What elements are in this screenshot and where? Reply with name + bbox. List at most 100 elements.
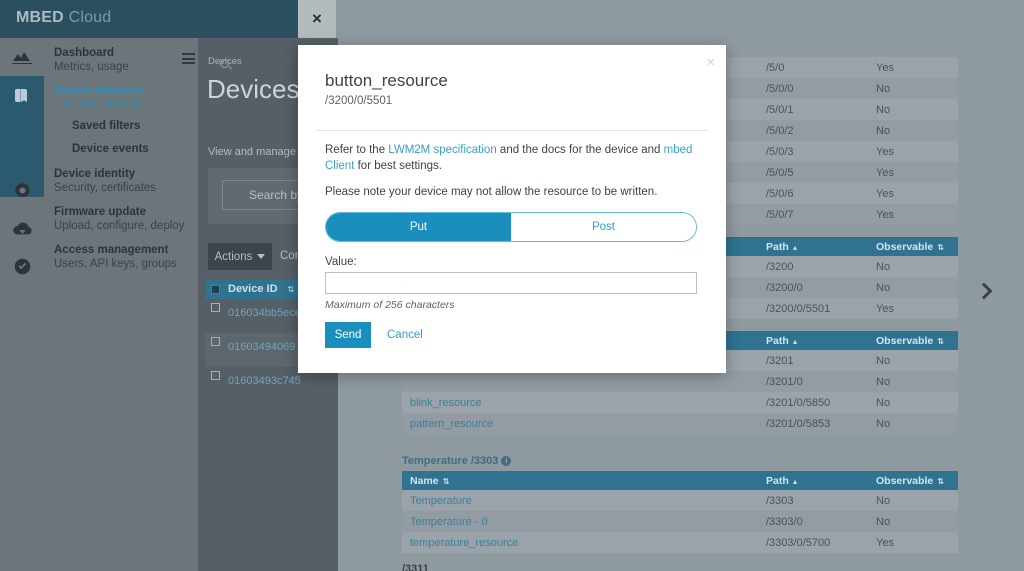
sidebar-item-subtitle: Security, certificates bbox=[54, 182, 157, 194]
sidebar-item-subtitle: Metrics, usage bbox=[54, 61, 129, 73]
cancel-button[interactable]: Cancel bbox=[387, 329, 423, 341]
table-row[interactable]: blink_resource/3201/0/5850 No bbox=[402, 392, 958, 413]
sidebar-item-firmware-update[interactable]: Firmware update Upload, configure, deplo… bbox=[44, 201, 198, 237]
resource-path-cell: /3303/0/5700 bbox=[758, 532, 868, 553]
sidebar-item-title: Device directory bbox=[54, 85, 144, 97]
resource-group-title[interactable]: Temperature /3303 i bbox=[402, 455, 958, 467]
column-header-path[interactable]: Path ▴ bbox=[758, 471, 868, 490]
row-checkbox[interactable] bbox=[211, 371, 220, 380]
resource-path-cell: /5/0/1 bbox=[758, 99, 868, 120]
resource-name-link[interactable]: Temperature - 0 bbox=[410, 516, 488, 528]
resource-name-cell: Temperature bbox=[402, 490, 758, 511]
resource-name-cell: blink_resource bbox=[402, 392, 758, 413]
help-text-before: Refer to the bbox=[325, 144, 389, 156]
lwm2m-specification-link[interactable]: LWM2M specification bbox=[388, 144, 496, 156]
sidebar-icon-column bbox=[0, 38, 44, 571]
info-icon[interactable]: i bbox=[501, 456, 512, 466]
modal-close-icon[interactable]: × bbox=[706, 55, 715, 70]
resource-path-cell: /3200/0 bbox=[758, 277, 868, 298]
resource-group-title-label: Temperature /3303 bbox=[402, 455, 499, 467]
table-row[interactable]: Temperature/3303 No bbox=[402, 490, 958, 511]
resource-observable-cell: No bbox=[868, 99, 958, 120]
resource-observable-cell: No bbox=[868, 371, 958, 392]
column-header-observable[interactable]: Observable ⇅ bbox=[868, 331, 958, 350]
sidebar-item-subtitle: Upload, configure, deploy bbox=[54, 220, 185, 232]
select-all-checkbox[interactable] bbox=[211, 284, 220, 294]
close-overlay-button[interactable]: × bbox=[298, 0, 336, 38]
cloud-upload-icon[interactable] bbox=[0, 209, 44, 247]
row-checkbox[interactable] bbox=[211, 337, 220, 346]
resource-path-cell: /5/0/7 bbox=[758, 204, 868, 225]
table-row[interactable]: pattern_resource/3201/0/5853 No bbox=[402, 413, 958, 434]
device-id[interactable]: 01603494069 0 bbox=[228, 341, 304, 353]
device-id[interactable]: 01603493c745 bbox=[228, 375, 301, 387]
column-header-label: Observable bbox=[876, 334, 934, 347]
resource-observable-cell: Yes bbox=[868, 57, 958, 78]
column-header-observable[interactable]: Observable ⇅ bbox=[868, 471, 958, 490]
resource-name-link[interactable]: Temperature bbox=[410, 495, 472, 507]
resource-write-modal: × button_resource /3200/0/5501 Refer to … bbox=[298, 45, 726, 373]
resource-name-link[interactable]: temperature_resource bbox=[410, 537, 518, 549]
value-field-label: Value: bbox=[325, 255, 357, 268]
resource-name-cell: Temperature - 0 bbox=[402, 511, 758, 532]
sort-icon[interactable]: ⇅ bbox=[935, 243, 944, 252]
sidebar-item-subtitle: List, filter, events bbox=[54, 99, 140, 111]
sort-icon[interactable]: ⇅ bbox=[441, 477, 450, 486]
table-row[interactable]: /3201/0 No bbox=[402, 371, 958, 392]
column-header-path[interactable]: Path ▴ bbox=[758, 237, 868, 256]
resource-name-cell: temperature_resource bbox=[402, 532, 758, 553]
column-header-label: Observable bbox=[876, 240, 934, 253]
sort-icon[interactable]: ⇅ bbox=[935, 477, 944, 486]
resource-observable-cell: Yes bbox=[868, 298, 958, 319]
sidebar-item-subtitle: Users, API keys, groups bbox=[54, 258, 177, 270]
column-header-observable[interactable]: Observable ⇅ bbox=[868, 237, 958, 256]
resource-path-cell: /5/0/2 bbox=[758, 120, 868, 141]
column-header-name[interactable]: Name ⇅ bbox=[402, 471, 758, 490]
check-circle-icon[interactable] bbox=[0, 247, 44, 285]
sidebar-item-saved-filters[interactable]: Saved filters bbox=[44, 120, 198, 132]
resource-path-cell: /3303/0 bbox=[758, 511, 868, 532]
resource-observable-cell: No bbox=[868, 256, 958, 277]
resource-observable-cell: Yes bbox=[868, 204, 958, 225]
sort-icon[interactable]: ⇅ bbox=[935, 337, 944, 346]
column-header-label: Observable bbox=[876, 474, 934, 487]
resource-name-link[interactable]: pattern_resource bbox=[410, 418, 493, 430]
method-toggle-put[interactable]: Put bbox=[326, 212, 511, 241]
device-id[interactable]: 016034bb5ecel bbox=[228, 307, 303, 319]
gear-icon[interactable] bbox=[0, 171, 44, 209]
help-text-middle: and the docs for the device and bbox=[496, 144, 664, 156]
resource-name-link[interactable]: blink_resource bbox=[410, 397, 482, 409]
resource-observable-cell: No bbox=[868, 413, 958, 434]
sidebar-item-device-identity[interactable]: Device identity Security, certificates bbox=[44, 163, 198, 199]
table-row[interactable]: temperature_resource/3303/0/5700 Yes bbox=[402, 532, 958, 553]
actions-button-label: Actions bbox=[214, 250, 253, 263]
sort-icon[interactable]: ▴ bbox=[791, 243, 797, 252]
send-button[interactable]: Send bbox=[325, 321, 371, 348]
sort-icon[interactable]: ⇅ bbox=[288, 285, 295, 294]
method-toggle-post[interactable]: Post bbox=[511, 212, 696, 241]
sidebar-item-access-management[interactable]: Access management Users, API keys, group… bbox=[44, 239, 198, 275]
sort-icon[interactable]: ▴ bbox=[791, 477, 797, 486]
column-header-path[interactable]: Path ▴ bbox=[758, 331, 868, 350]
value-input[interactable] bbox=[325, 271, 697, 294]
resource-path-cell: /3200 bbox=[758, 256, 868, 277]
actions-button[interactable]: Actions bbox=[208, 243, 272, 270]
sidebar-item-device-events[interactable]: Device events bbox=[44, 143, 198, 155]
page-title: Devices bbox=[207, 74, 300, 104]
chart-area-icon[interactable] bbox=[0, 38, 44, 76]
column-header-label: Path bbox=[766, 474, 789, 487]
chevron-right-icon[interactable] bbox=[975, 282, 993, 300]
sidebar-item-device-directory[interactable]: Device directory List, filter, events bbox=[44, 80, 198, 116]
resource-path-cell: /5/0/0 bbox=[758, 78, 868, 99]
sort-icon[interactable]: ▴ bbox=[791, 337, 797, 346]
resource-path-cell: /3201/0/5853 bbox=[758, 413, 868, 434]
modal-button-row: Send Cancel bbox=[325, 321, 699, 348]
resource-path-cell: /3201 bbox=[758, 350, 868, 371]
book-icon[interactable] bbox=[0, 76, 44, 114]
row-checkbox[interactable] bbox=[211, 303, 220, 312]
table-row[interactable]: Temperature - 0/3303/0 No bbox=[402, 511, 958, 532]
modal-resource-path: /3200/0/5501 bbox=[325, 95, 393, 107]
sidebar-item-dashboard[interactable]: Dashboard Metrics, usage bbox=[44, 42, 198, 78]
resource-path-cell: /3200/0/5501 bbox=[758, 298, 868, 319]
